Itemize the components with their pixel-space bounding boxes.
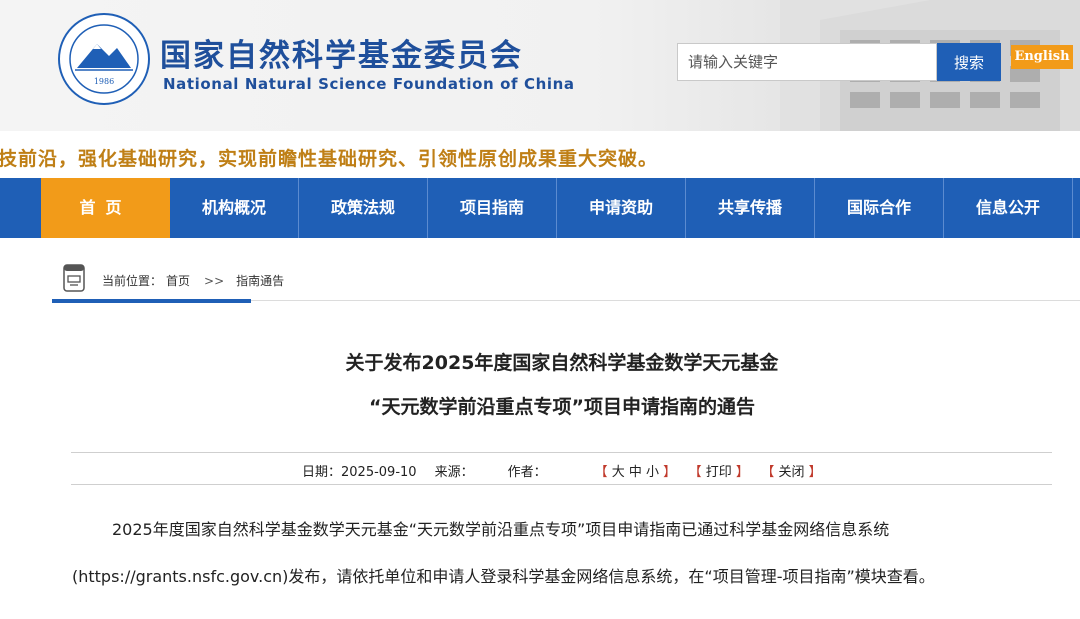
nav-item-home[interactable]: 首页 [41,178,170,238]
font-size-control[interactable]: 大 中 小 [612,465,659,480]
scrolling-slogan: 技前沿，强化基础研究，实现前瞻性基础研究、引领性原创成果重大突破。 [0,148,659,170]
site-title-chinese: 国家自然科学基金委员会 [160,38,523,74]
breadcrumb-home-link[interactable]: 首页 [166,274,190,288]
date-label: 日期： [302,465,342,480]
close-link[interactable]: 关闭 [778,465,804,480]
print-link[interactable]: 打印 [706,465,732,480]
article-meta: 日期：2025-09-10 来源： 作者：【 大 中 小 】 【 打印 】 【 关闭… [302,465,822,480]
article-paragraph-line-2: (https://grants.nsfc.gov.cn)发布，请依托单位和申请人… [72,567,935,586]
source-label: 来源： [434,465,474,480]
english-language-link[interactable]: English [1011,45,1073,69]
nav-item-apply[interactable]: 申请资助 [557,178,686,238]
meta-divider-bottom [71,484,1052,485]
breadcrumb-accent-bar [52,299,251,303]
nav-item-international[interactable]: 国际合作 [815,178,944,238]
svg-text:1986: 1986 [94,77,114,86]
nav-item-policy[interactable]: 政策法规 [299,178,428,238]
nav-item-share[interactable]: 共享传播 [686,178,815,238]
article-paragraph-line-1: 2025年度国家自然科学基金数学天元基金“天元数学前沿重点专项”项目申请指南已通… [112,520,890,539]
site-title-english: National Natural Science Foundation of C… [163,75,575,93]
nav-item-about[interactable]: 机构概况 [170,178,299,238]
search-input[interactable] [677,43,937,81]
location-page-icon [63,264,85,292]
site-header: 1986 国家自然科学基金委员会 National Natural Scienc… [0,0,1080,131]
author-label: 作者： [507,465,547,480]
breadcrumb-prefix: 当前位置： [102,274,163,288]
nsfc-logo-icon[interactable]: 1986 [57,12,151,106]
meta-divider-top [71,452,1052,453]
nav-item-disclosure[interactable]: 信息公开 [944,178,1073,238]
breadcrumb-current-link[interactable]: 指南通告 [236,274,284,288]
article-title-line-2: “天元数学前沿重点专项”项目申请指南的通告 [369,396,755,418]
search-button[interactable]: 搜索 [937,43,1001,81]
main-nav: 首页 机构概况 政策法规 项目指南 申请资助 共享传播 国际合作 信息公开 [0,178,1080,238]
breadcrumb-separator: >> [204,274,225,288]
nav-item-guide[interactable]: 项目指南 [428,178,557,238]
breadcrumb: 当前位置： 首页 >> 指南通告 [102,272,288,289]
article-date: 2025-09-10 [341,465,417,480]
article-title-line-1: 关于发布2025年度国家自然科学基金数学天元基金 [345,352,779,374]
